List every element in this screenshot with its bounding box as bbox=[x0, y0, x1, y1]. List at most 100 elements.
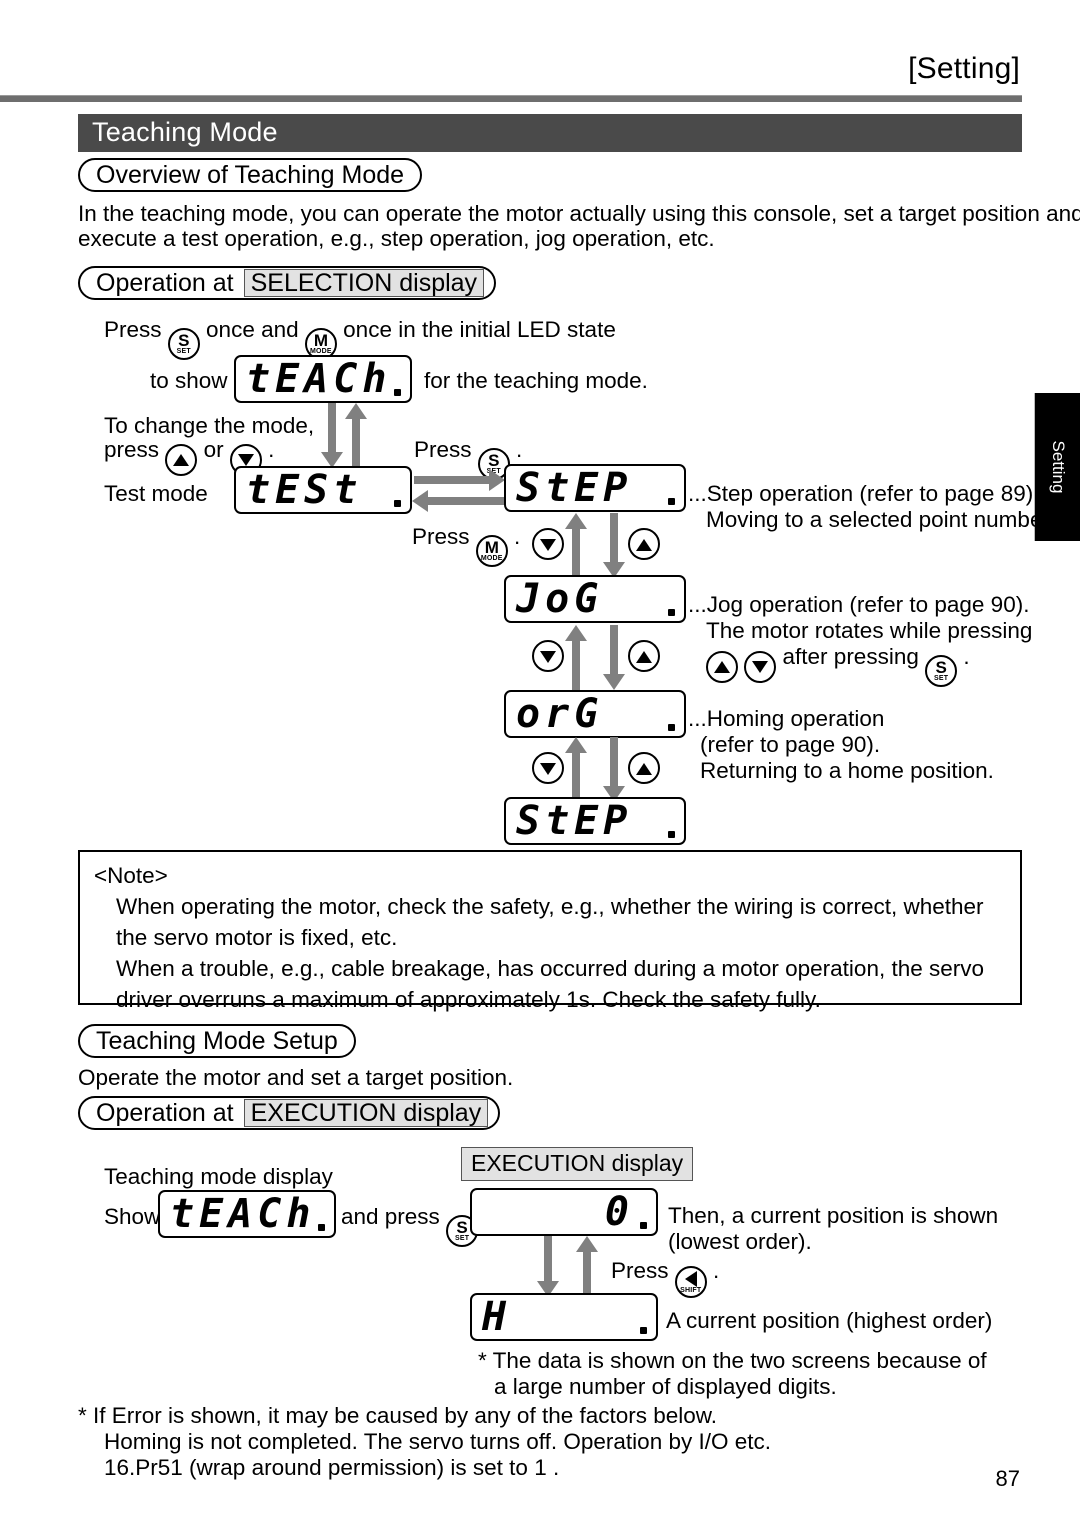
and-press-s-line: and press S SET . bbox=[341, 1201, 491, 1247]
highest-order-label: A current position (highest order) bbox=[666, 1308, 993, 1333]
jog-annotation-period: . bbox=[963, 644, 970, 669]
note-line-3: When a trouble, e.g., cable breakage, ha… bbox=[116, 956, 985, 981]
key-up-icon-org-step[interactable] bbox=[628, 752, 660, 784]
key-down-icon-jog-org[interactable] bbox=[532, 640, 564, 672]
key-shift-sublabel: SHIFT bbox=[680, 1287, 702, 1294]
led-display-current-position-low-value: 0 bbox=[604, 1189, 634, 1235]
key-set-letter-jog: S bbox=[935, 658, 947, 677]
section-heading-selection-highlight: SELECTION display bbox=[243, 268, 485, 298]
led-display-jog: JoG bbox=[504, 575, 686, 623]
press-mid: once and bbox=[206, 317, 299, 342]
section-heading-execution-highlight: EXECUTION display bbox=[243, 1098, 489, 1128]
flow-arrow-h-to-exec-shaft bbox=[583, 1251, 591, 1297]
flow-arrow-exec-to-h-shaft bbox=[544, 1236, 552, 1284]
key-mode-icon-2[interactable]: M MODE bbox=[475, 535, 508, 567]
triangle-up-icon bbox=[636, 762, 652, 775]
step-annotation-line2: Moving to a selected point number. bbox=[706, 507, 1055, 532]
section-heading-overview-label: Overview of Teaching Mode bbox=[96, 160, 405, 189]
key-down-icon-step-jog[interactable] bbox=[532, 528, 564, 560]
execution-display-label: EXECUTION display bbox=[461, 1147, 694, 1181]
flow-arrow-step2-to-org-head bbox=[565, 737, 587, 753]
press-m-label: Press bbox=[412, 524, 470, 549]
press-s-m-line: Press S SET once and M MODE once in the … bbox=[104, 314, 616, 360]
overview-paragraph-line2: execute a test operation, e.g., step ope… bbox=[78, 226, 715, 251]
key-set-sublabel-jog: SET bbox=[934, 675, 949, 682]
key-up-icon-jog[interactable] bbox=[706, 650, 738, 683]
press-s-label: Press bbox=[414, 437, 472, 462]
press-shift-label: Press bbox=[611, 1258, 669, 1283]
key-set-letter: S bbox=[178, 331, 190, 350]
press-suffix: once in the initial LED state bbox=[343, 317, 616, 342]
note-line-1: When operating the motor, check the safe… bbox=[116, 894, 984, 919]
triangle-up-icon bbox=[636, 650, 652, 663]
triangle-down-icon bbox=[752, 661, 769, 673]
press-prefix: Press bbox=[104, 317, 162, 342]
jog-annotation-line3: after pressing S SET . bbox=[706, 641, 970, 687]
key-set-sublabel: SET bbox=[176, 348, 191, 355]
key-set-sublabel-exec: SET bbox=[454, 1235, 470, 1242]
key-down-icon-jog[interactable] bbox=[744, 650, 777, 683]
led-decimal-point bbox=[668, 831, 675, 838]
note-line-4: driver overruns a maximum of approximate… bbox=[116, 987, 821, 1012]
key-set-letter-2: S bbox=[488, 451, 500, 470]
key-up-icon-jog-org[interactable] bbox=[628, 640, 660, 672]
manual-page: [Setting] Teaching Mode Setting Overview… bbox=[0, 0, 1080, 1528]
section-heading-selection: Operation at SELECTION display bbox=[78, 266, 497, 300]
led-display-teach-2: tEACh bbox=[158, 1190, 336, 1238]
flow-arrow-jog-to-step-shaft bbox=[572, 528, 580, 578]
flow-arrow-h-to-exec-head bbox=[576, 1236, 598, 1252]
led-decimal-point bbox=[640, 1222, 647, 1229]
led-decimal-point bbox=[668, 724, 675, 731]
key-up-icon[interactable] bbox=[165, 443, 198, 476]
key-set-icon-jog[interactable]: S SET bbox=[925, 655, 958, 687]
led-display-step-2-value: StEP bbox=[516, 798, 633, 844]
key-down-icon-org-step[interactable] bbox=[532, 752, 564, 784]
triangle-up-icon bbox=[173, 454, 190, 466]
flow-arrow-test-to-step-head bbox=[489, 469, 505, 491]
to-show-label: to show bbox=[150, 368, 228, 393]
org-annotation-line3: Returning to a home position. bbox=[700, 758, 994, 783]
led-decimal-point bbox=[668, 498, 675, 505]
led-display-current-position-high: H bbox=[470, 1293, 658, 1341]
triangle-down-icon bbox=[540, 650, 556, 663]
led-display-teach: tEACh bbox=[234, 355, 412, 403]
key-up-icon-step-jog[interactable] bbox=[628, 528, 660, 560]
led-display-org: orG bbox=[504, 690, 686, 738]
chapter-title-bar: Teaching Mode bbox=[78, 114, 1022, 152]
triangle-down-icon bbox=[540, 538, 556, 551]
led-display-current-position-low: 0 bbox=[470, 1188, 658, 1236]
setup-paragraph: Operate the motor and set a target posit… bbox=[78, 1065, 514, 1090]
led-display-step-value: StEP bbox=[516, 465, 633, 511]
led-decimal-point bbox=[394, 500, 401, 507]
led-display-step-2: StEP bbox=[504, 797, 686, 845]
and-press-label: and press bbox=[341, 1204, 440, 1229]
key-shift-icon[interactable]: SHIFT bbox=[674, 1265, 707, 1298]
led-display-teach-2-value: tEACh bbox=[170, 1191, 316, 1237]
triangle-left-icon bbox=[684, 1271, 697, 1287]
flow-arrow-step2-to-org-shaft bbox=[572, 752, 580, 802]
flow-arrow-jog-to-org-head bbox=[603, 674, 625, 690]
change-mode-press-label: press bbox=[104, 437, 160, 462]
page-number: 87 bbox=[995, 1466, 1020, 1491]
footnote-line3: 16.Pr51 (wrap around permission) is set … bbox=[104, 1455, 560, 1480]
press-m-period: . bbox=[514, 524, 521, 549]
key-set-icon[interactable]: S SET bbox=[167, 328, 200, 360]
section-heading-execution: Operation at EXECUTION display bbox=[78, 1096, 501, 1130]
note-line-2: the servo motor is fixed, etc. bbox=[116, 925, 398, 950]
running-head: [Setting] bbox=[908, 52, 1020, 85]
flow-arrow-org-to-jog-head bbox=[565, 625, 587, 641]
led-display-org-value: orG bbox=[516, 691, 604, 737]
flow-arrow-teach-to-test-shaft bbox=[328, 403, 336, 455]
led-decimal-point bbox=[640, 1327, 647, 1334]
flow-arrow-test-to-teach-head bbox=[345, 403, 367, 419]
press-s-period: . bbox=[516, 437, 523, 462]
show-label: Show bbox=[104, 1204, 161, 1229]
flow-arrow-test-to-step-shaft bbox=[414, 476, 492, 484]
led-display-step: StEP bbox=[504, 464, 686, 512]
change-mode-period: . bbox=[268, 437, 275, 462]
led-display-test: tESt bbox=[234, 466, 412, 514]
flow-arrow-org-to-step2-shaft bbox=[610, 737, 618, 789]
press-shift-line: Press SHIFT . bbox=[611, 1255, 719, 1298]
press-shift-period: . bbox=[713, 1258, 720, 1283]
flow-arrow-org-to-jog-shaft bbox=[572, 640, 580, 690]
